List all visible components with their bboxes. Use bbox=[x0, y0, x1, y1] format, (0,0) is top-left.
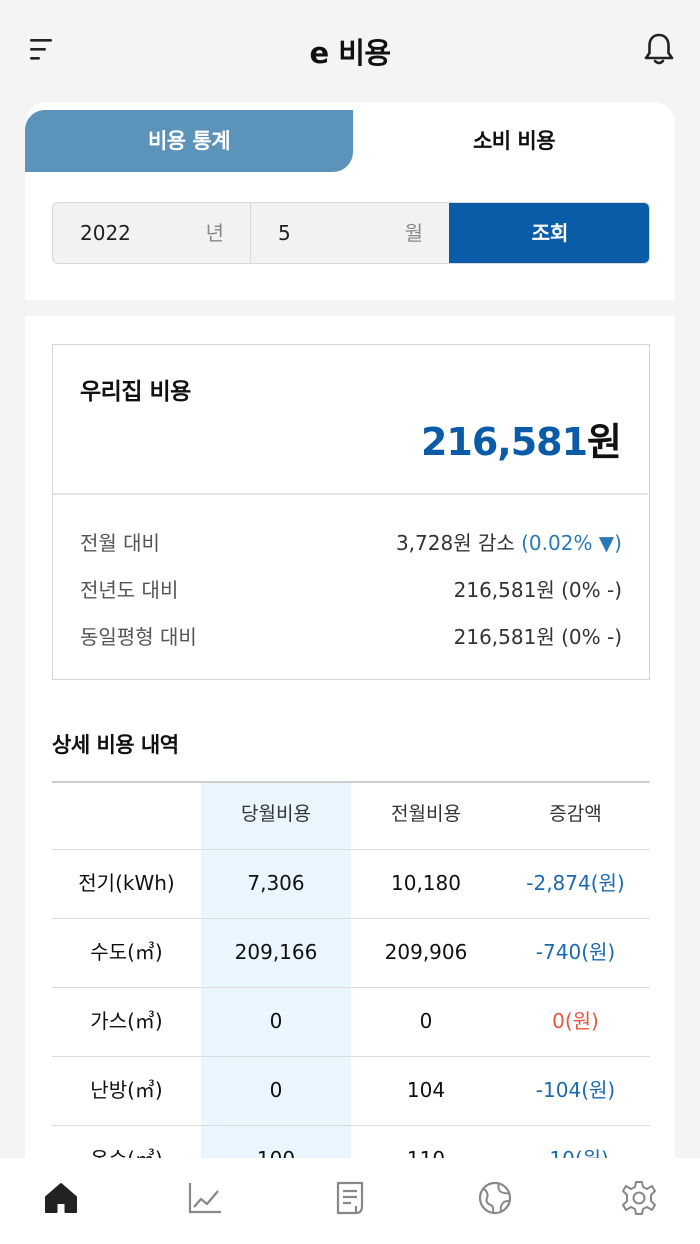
compare-row-same-size: 동일평형 대비 216,581원 (0% -) bbox=[80, 621, 622, 651]
compare-label: 동일평형 대비 bbox=[80, 625, 197, 649]
table-row: 수도(㎥) 209,166 209,906 -740(원) bbox=[52, 919, 650, 988]
previous-cost: 0 bbox=[419, 1009, 433, 1033]
current-cost: 0 bbox=[269, 1078, 283, 1102]
nav-settings[interactable] bbox=[619, 1178, 659, 1218]
compare-row-prev-year: 전년도 대비 216,581원 (0% -) bbox=[80, 574, 622, 604]
table-header-row: 당월비용 전월비용 증감액 bbox=[52, 781, 650, 850]
compare-value-text: 3,728원 감소 bbox=[395, 531, 522, 555]
compare-value: 3,728원 감소 (0.02% ▼) bbox=[396, 527, 622, 556]
summary-divider bbox=[53, 493, 648, 495]
current-cost: 209,166 bbox=[234, 940, 318, 964]
row-label: 수도(㎥) bbox=[90, 940, 163, 964]
page-title: e 비용 bbox=[309, 36, 391, 70]
year-value: 2022 bbox=[80, 221, 131, 245]
bottom-navigation bbox=[0, 1158, 700, 1244]
month-input[interactable]: 5 월 bbox=[251, 203, 449, 263]
header-cell bbox=[52, 781, 201, 848]
total-amount: 216,581원 bbox=[420, 411, 622, 466]
notification-button[interactable] bbox=[640, 30, 678, 68]
section-separator bbox=[25, 300, 675, 316]
receipt-icon bbox=[336, 1181, 364, 1215]
change-amount: -104(원) bbox=[535, 1078, 616, 1102]
total-amount-value: 216,581 bbox=[420, 420, 588, 464]
year-input[interactable]: 2022 년 bbox=[53, 203, 251, 263]
home-cost-summary: 우리집 비용 216,581원 전월 대비 3,728원 감소 (0.02% ▼… bbox=[52, 344, 650, 680]
bell-icon bbox=[644, 33, 674, 65]
month-value: 5 bbox=[278, 221, 291, 245]
current-cost: 7,306 bbox=[247, 871, 305, 895]
search-button[interactable]: 조회 bbox=[449, 203, 649, 263]
previous-cost: 209,906 bbox=[384, 940, 468, 964]
compare-label: 전월 대비 bbox=[80, 531, 160, 555]
row-label: 전기(kWh) bbox=[78, 871, 175, 895]
table-row: 난방(㎥) 0 104 -104(원) bbox=[52, 1057, 650, 1126]
header-cell-current: 당월비용 bbox=[241, 803, 311, 825]
compare-change: (0.02% ▼) bbox=[521, 531, 622, 555]
compare-value: 216,581원 (0% -) bbox=[453, 625, 622, 649]
total-amount-unit: 원 bbox=[587, 420, 622, 464]
row-label: 난방(㎥) bbox=[90, 1078, 163, 1102]
chart-icon bbox=[188, 1183, 221, 1214]
nav-home[interactable] bbox=[41, 1178, 81, 1218]
change-amount: -740(원) bbox=[535, 940, 616, 964]
content-card: 비용 통계 소비 비용 2022 년 5 월 조회 우리집 비용 216,581… bbox=[25, 102, 675, 1182]
tab-consumption-cost[interactable]: 소비 비용 bbox=[353, 110, 675, 172]
nav-bill[interactable] bbox=[330, 1178, 370, 1218]
header-cell-change: 증감액 bbox=[549, 803, 602, 825]
home-icon bbox=[45, 1183, 77, 1213]
previous-cost: 10,180 bbox=[391, 871, 461, 895]
date-selector: 2022 년 5 월 조회 bbox=[52, 202, 650, 264]
row-label: 가스(㎥) bbox=[90, 1009, 163, 1033]
previous-cost: 104 bbox=[406, 1078, 446, 1102]
detail-section-title: 상세 비용 내역 bbox=[52, 733, 179, 757]
nav-environment[interactable] bbox=[475, 1178, 515, 1218]
current-cost: 0 bbox=[269, 1009, 283, 1033]
gear-icon bbox=[622, 1181, 656, 1215]
compare-value: 216,581원 (0% -) bbox=[453, 578, 622, 602]
tab-cost-statistics[interactable]: 비용 통계 bbox=[25, 110, 353, 172]
compare-label: 전년도 대비 bbox=[80, 578, 179, 602]
globe-icon bbox=[478, 1181, 512, 1215]
change-amount: -2,874(원) bbox=[526, 871, 625, 895]
table-row: 가스(㎥) 0 0 0(원) bbox=[52, 988, 650, 1057]
detail-cost-table: 당월비용 전월비용 증감액 전기(kWh) 7,306 10,180 -2,87… bbox=[52, 781, 650, 1182]
nav-statistics[interactable] bbox=[185, 1178, 225, 1218]
compare-row-prev-month: 전월 대비 3,728원 감소 (0.02% ▼) bbox=[80, 527, 622, 557]
header-cell-previous: 전월비용 bbox=[391, 803, 461, 825]
app-header: e 비용 bbox=[0, 0, 700, 100]
month-unit: 월 bbox=[404, 221, 423, 245]
summary-title: 우리집 비용 bbox=[80, 379, 191, 405]
year-unit: 년 bbox=[205, 221, 224, 245]
table-row: 전기(kWh) 7,306 10,180 -2,874(원) bbox=[52, 850, 650, 919]
change-amount: 0(원) bbox=[552, 1009, 599, 1033]
